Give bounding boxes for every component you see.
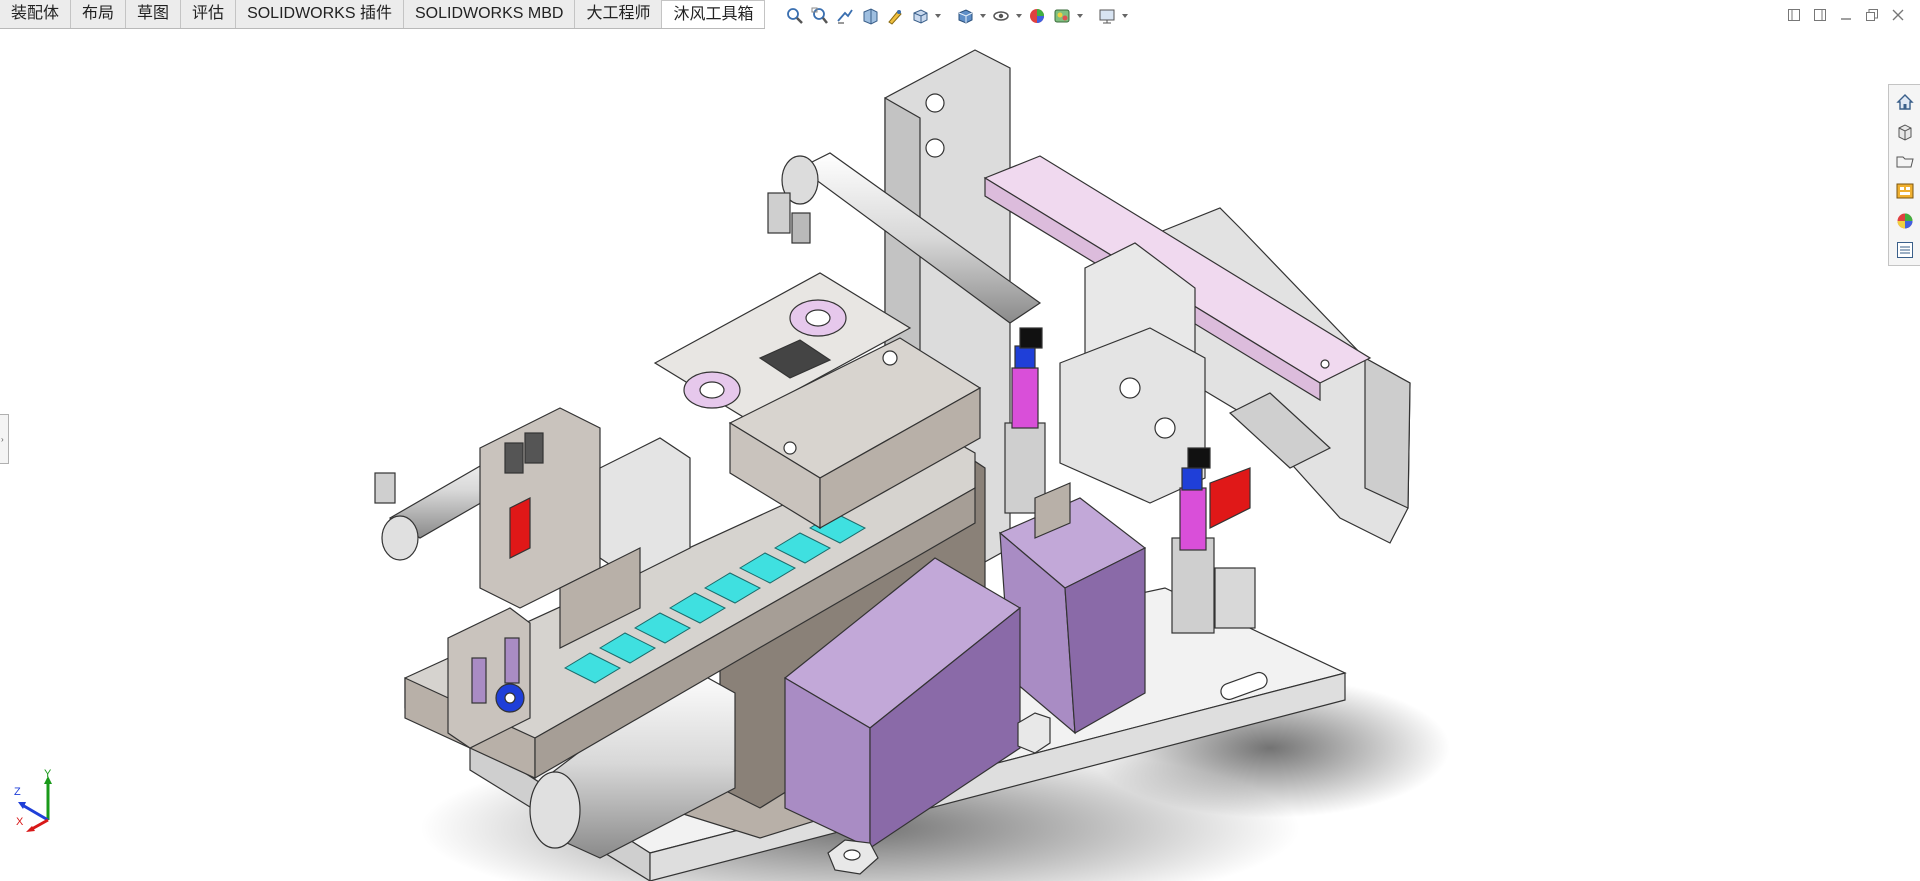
restore-icon[interactable] [1862,5,1882,25]
triad-z-label: Z [14,786,21,798]
tab-evaluate[interactable]: 评估 [181,0,237,28]
edit-appearance-icon[interactable] [1026,5,1048,27]
window-controls [1784,5,1908,25]
tile-right-icon[interactable] [1810,5,1830,25]
previous-view-icon[interactable] [834,5,856,27]
tab-mufeng-toolbox[interactable]: 沐风工具箱 [662,0,766,28]
triad-x-label: X [16,816,24,828]
zoom-to-area-icon[interactable] [809,5,831,27]
tab-solidworks-addins[interactable]: SOLIDWORKS 插件 [236,0,404,28]
chevron-down-icon[interactable] [1015,5,1023,27]
heads-up-view-toolbar [784,4,1129,28]
chevron-down-icon[interactable] [934,5,942,27]
tile-left-icon[interactable] [1784,5,1804,25]
tab-solidworks-mbd[interactable]: SOLIDWORKS MBD [403,0,576,28]
dynamic-annotation-icon[interactable] [884,5,906,27]
close-icon[interactable] [1888,5,1908,25]
zoom-to-fit-icon[interactable] [784,5,806,27]
apply-scene-icon[interactable] [1051,5,1073,27]
tab-sketch[interactable]: 草图 [126,0,182,28]
assembly-model-view[interactable] [0,28,1920,881]
minimize-icon[interactable] [1836,5,1856,25]
triad-y-label: Y [44,768,52,780]
tab-assembly[interactable]: 装配体 [0,0,72,28]
section-view-icon[interactable] [859,5,881,27]
hide-show-items-icon[interactable] [990,5,1012,27]
view-orientation-icon[interactable] [909,5,931,27]
display-style-icon[interactable] [954,5,976,27]
command-manager-tabs: 装配体 布局 草图 评估 SOLIDWORKS 插件 SOLIDWORKS MB… [0,0,766,29]
chevron-down-icon[interactable] [979,5,987,27]
chevron-down-icon[interactable] [1076,5,1084,27]
reference-triad: Y Z X [10,768,60,837]
view-settings-icon[interactable] [1096,5,1118,27]
tab-big-engineer[interactable]: 大工程师 [575,0,663,28]
chevron-down-icon[interactable] [1121,5,1129,27]
tab-layout[interactable]: 布局 [71,0,127,28]
